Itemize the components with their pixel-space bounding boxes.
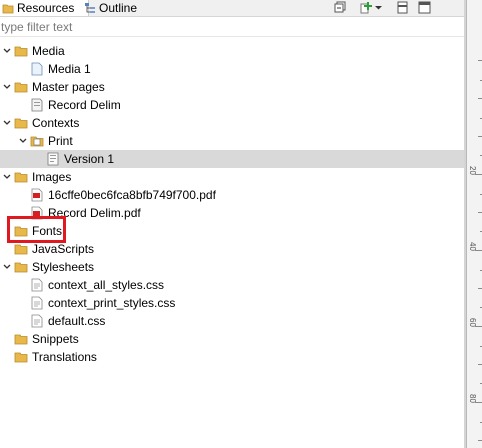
tree-item-label: Record Delim bbox=[48, 98, 121, 112]
minimize-icon[interactable] bbox=[396, 1, 409, 14]
ruler-tick bbox=[478, 364, 482, 365]
css-file-icon bbox=[31, 296, 43, 310]
tree-item-css-1[interactable]: context_all_styles.css bbox=[0, 276, 464, 294]
tree-item-label: Media 1 bbox=[48, 62, 91, 76]
tab-resources-label: Resources bbox=[17, 1, 75, 15]
ruler-tick bbox=[478, 212, 482, 213]
tree-item-label: Images bbox=[32, 170, 72, 184]
ruler-tick bbox=[478, 288, 482, 289]
tree-item-contexts[interactable]: Contexts bbox=[0, 114, 464, 132]
vertical-ruler: 20 40 60 80 bbox=[466, 0, 482, 448]
tree-item-snippets[interactable]: Snippets bbox=[0, 330, 464, 348]
tree-item-label: Translations bbox=[32, 350, 97, 364]
section-icon bbox=[47, 152, 59, 166]
chevron-down-icon[interactable] bbox=[2, 46, 12, 56]
outline-icon bbox=[85, 3, 95, 13]
ruler-tick bbox=[478, 136, 482, 137]
tree-item-record-delim[interactable]: Record Delim bbox=[0, 96, 464, 114]
tree-item-javascripts[interactable]: JavaScripts bbox=[0, 240, 464, 258]
css-file-icon bbox=[31, 278, 43, 292]
tab-resources[interactable]: Resources bbox=[0, 0, 89, 16]
pdf-icon bbox=[31, 188, 43, 202]
folder-icon bbox=[14, 118, 28, 129]
tree-item-label: Version 1 bbox=[64, 152, 115, 166]
chevron-down-icon[interactable] bbox=[2, 262, 12, 272]
folder-icon bbox=[2, 4, 14, 14]
chevron-down-icon[interactable] bbox=[18, 136, 28, 146]
tree-item-stylesheets[interactable]: Stylesheets bbox=[0, 258, 464, 276]
ruler-label: 20 bbox=[468, 166, 477, 175]
tree-item-media[interactable]: Media bbox=[0, 42, 464, 60]
chevron-down-icon[interactable] bbox=[2, 118, 12, 128]
tree-item-label: Media bbox=[32, 44, 65, 58]
folder-icon bbox=[14, 334, 28, 345]
tree-item-label: Contexts bbox=[32, 116, 80, 130]
page-icon bbox=[31, 62, 43, 76]
folder-icon bbox=[14, 172, 28, 183]
tree-item-translations[interactable]: Translations bbox=[0, 348, 464, 366]
chevron-down-icon[interactable] bbox=[2, 82, 12, 92]
tree-item-label: Record Delim.pdf bbox=[48, 206, 141, 220]
tree-item-label: default.css bbox=[48, 314, 106, 328]
folder-icon bbox=[14, 46, 28, 57]
ruler-label: 40 bbox=[468, 242, 477, 251]
tree-item-label: 16cffe0bec6fca8bfb749f700.pdf bbox=[48, 188, 216, 202]
add-icon[interactable] bbox=[360, 1, 373, 14]
chevron-down-icon[interactable] bbox=[2, 172, 12, 182]
tree-item-pdf-2[interactable]: Record Delim.pdf bbox=[0, 204, 464, 222]
tree-item-css-2[interactable]: context_print_styles.css bbox=[0, 294, 464, 312]
tab-outline-label: Outline bbox=[99, 1, 138, 15]
print-context-icon bbox=[30, 136, 44, 147]
resources-tree: Media Media 1 Master pages Record Delim … bbox=[0, 42, 464, 366]
tree-item-print[interactable]: Print bbox=[0, 132, 464, 150]
maximize-icon[interactable] bbox=[418, 1, 431, 14]
tree-item-label: Master pages bbox=[32, 80, 105, 94]
tree-item-version-1[interactable]: Version 1 bbox=[0, 150, 464, 168]
tree-item-fonts[interactable]: Fonts bbox=[0, 222, 464, 240]
tree-item-master-pages[interactable]: Master pages bbox=[0, 78, 464, 96]
tree-item-pdf-1[interactable]: 16cffe0bec6fca8bfb749f700.pdf bbox=[0, 186, 464, 204]
tab-outline[interactable]: Outline bbox=[80, 0, 146, 16]
tree-item-label: Snippets bbox=[32, 332, 79, 346]
dropdown-icon[interactable] bbox=[374, 1, 383, 14]
css-file-icon bbox=[31, 314, 43, 328]
ruler-tick bbox=[478, 60, 482, 61]
tree-item-label: JavaScripts bbox=[32, 242, 95, 256]
filter-input[interactable] bbox=[0, 18, 451, 36]
tree-item-label: Print bbox=[48, 134, 73, 148]
folder-icon bbox=[14, 82, 28, 93]
tree-item-label: context_all_styles.css bbox=[48, 278, 165, 292]
ruler-tick bbox=[478, 440, 482, 441]
ruler-tick bbox=[478, 98, 482, 99]
folder-icon bbox=[14, 262, 28, 273]
master-page-icon bbox=[31, 98, 43, 112]
folder-icon bbox=[14, 226, 28, 237]
tree-item-media-1[interactable]: Media 1 bbox=[0, 60, 464, 78]
view-tab-bar: Resources Outline bbox=[0, 0, 466, 17]
tree-item-css-3[interactable]: default.css bbox=[0, 312, 464, 330]
pdf-icon bbox=[31, 206, 43, 220]
ruler-label: 80 bbox=[468, 394, 477, 403]
tree-item-label: context_print_styles.css bbox=[48, 296, 176, 310]
ruler-label: 60 bbox=[468, 318, 477, 327]
folder-icon bbox=[14, 352, 28, 363]
collapse-all-icon[interactable] bbox=[334, 1, 347, 14]
tree-item-images[interactable]: Images bbox=[0, 168, 464, 186]
tree-item-label: Fonts bbox=[32, 224, 63, 238]
tree-item-label: Stylesheets bbox=[32, 260, 95, 274]
folder-icon bbox=[14, 244, 28, 255]
filter-bar bbox=[0, 18, 464, 37]
